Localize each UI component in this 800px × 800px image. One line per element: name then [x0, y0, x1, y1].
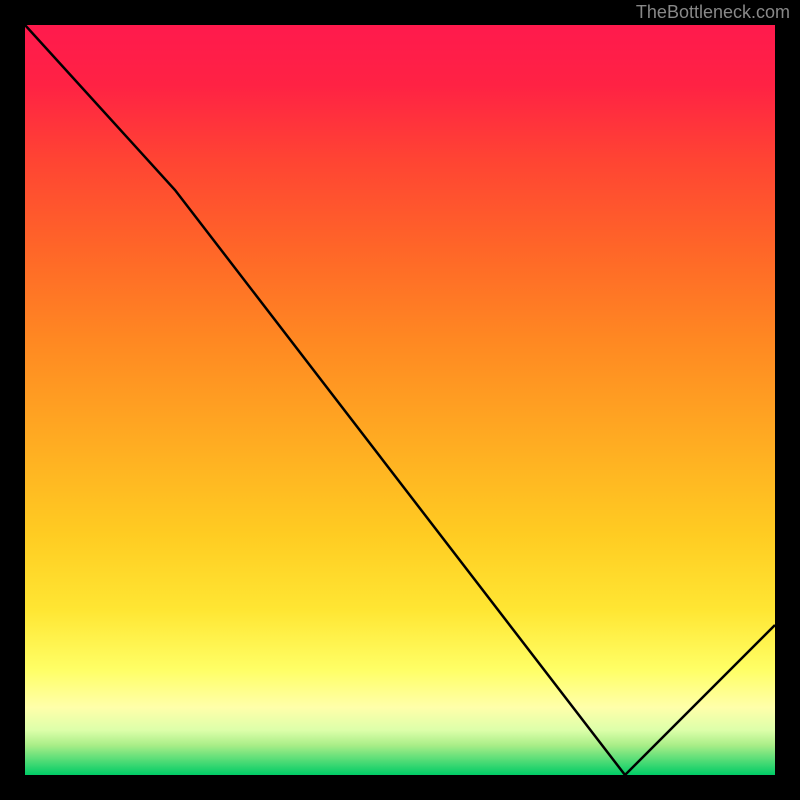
plot-container: [25, 25, 775, 775]
watermark-text: TheBottleneck.com: [636, 2, 790, 23]
plot-area: [25, 25, 775, 775]
chart-line: [25, 25, 775, 775]
